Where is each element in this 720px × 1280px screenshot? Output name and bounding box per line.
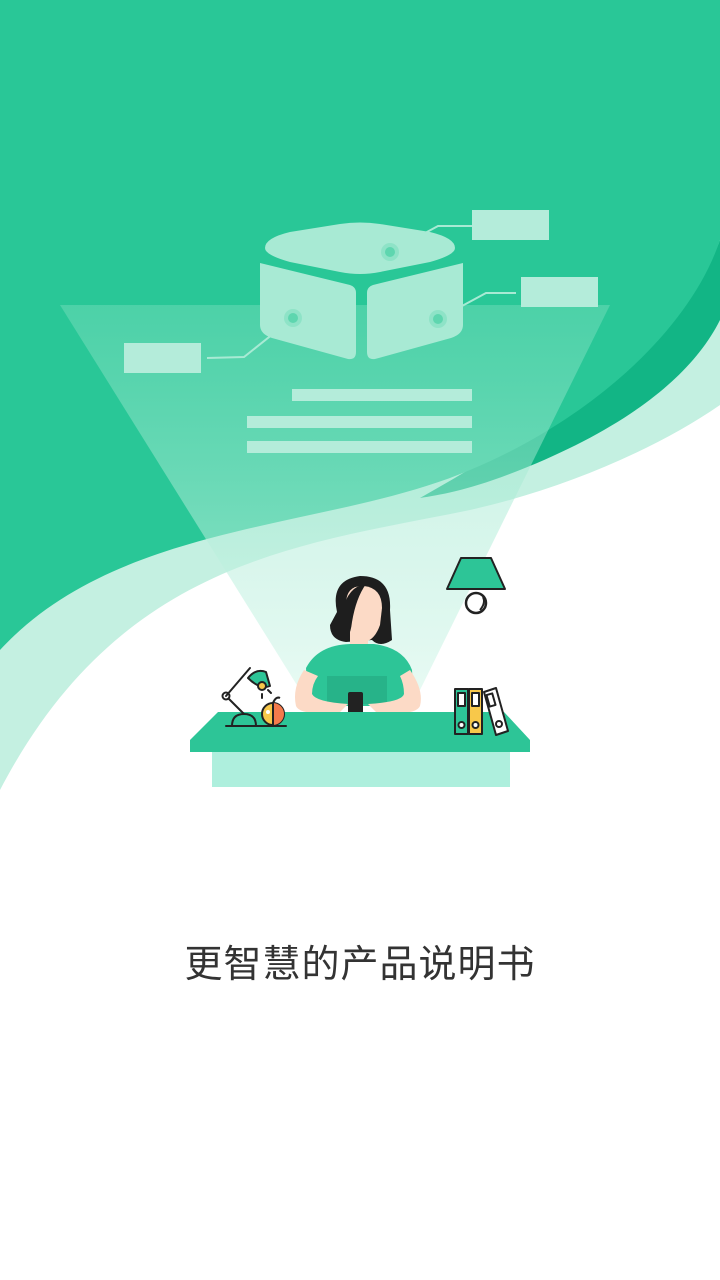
splash-illustration	[0, 0, 720, 790]
splash-tagline: 更智慧的产品说明书	[184, 942, 536, 986]
splash-screen: 更智慧的产品说明书	[0, 0, 720, 1280]
apple-icon	[261, 696, 285, 726]
binders-icon	[454, 687, 509, 736]
